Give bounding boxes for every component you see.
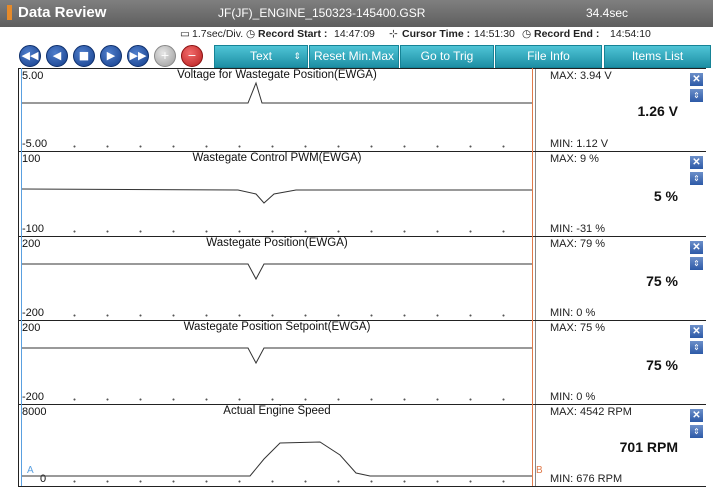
value-panel: MAX: 9 % 5 % MIN: -31 % ✕ ⇕	[550, 152, 706, 237]
reorder-icon[interactable]: ⇕	[690, 425, 703, 438]
current-value: 701 RPM	[619, 439, 678, 455]
time-grid	[58, 145, 533, 148]
record-start-value: 14:47:09	[334, 28, 375, 40]
cursor-time-value: 14:51:30	[474, 28, 515, 40]
end-clock-icon: ◷	[522, 28, 532, 40]
reorder-icon[interactable]: ⇕	[690, 341, 703, 354]
file-info-button[interactable]: File Info	[495, 45, 602, 68]
max-value: MAX: 75 %	[550, 322, 606, 334]
text-select[interactable]: Text ⇕	[214, 45, 308, 68]
min-value: MIN: 676 RPM	[550, 473, 623, 485]
toolbar: ◀◀ ◀ ■ ▶ ▶▶ + − Text ⇕ Reset Min.Max Go …	[0, 42, 713, 68]
time-grid	[58, 230, 533, 233]
stop-icon[interactable]: ■	[73, 45, 95, 67]
reorder-icon[interactable]: ⇕	[690, 257, 703, 270]
cursor-icon: ⊹	[389, 28, 398, 40]
signal-trace	[22, 263, 532, 281]
info-bar: ▭ 1.7sec/Div. ◷ Record Start : 14:47:09 …	[0, 27, 713, 41]
min-value: MIN: 0 %	[550, 307, 596, 319]
current-value: 75 %	[646, 273, 678, 289]
max-value: MAX: 4542 RPM	[550, 406, 632, 418]
previous-icon[interactable]: ◀	[46, 45, 68, 67]
close-icon[interactable]: ✕	[690, 241, 703, 254]
max-value: MAX: 9 %	[550, 153, 599, 165]
time-grid	[58, 314, 533, 317]
chart-panel-pwm: 100 -100 Wastegate Control PWM(EWGA) MAX…	[18, 151, 706, 237]
zoom-in-icon[interactable]: +	[154, 45, 176, 67]
current-value: 1.26 V	[637, 103, 678, 119]
items-list-button[interactable]: Items List	[604, 45, 711, 68]
chart-panel-engine-speed: 8000 0 Actual Engine Speed MAX: 4542 RPM…	[18, 404, 706, 487]
signal-trace	[22, 441, 532, 477]
reorder-icon[interactable]: ⇕	[690, 172, 703, 185]
cursor-time-label: Cursor Time :	[402, 28, 471, 40]
close-icon[interactable]: ✕	[690, 325, 703, 338]
chart-panel-wastegate-setpoint: 200 -200 Wastegate Position Setpoint(EWG…	[18, 320, 706, 405]
file-name: JF(JF)_ENGINE_150323-145400.GSR	[218, 6, 426, 20]
signal-trace	[22, 347, 532, 365]
cursor-a-marker: A	[27, 465, 34, 476]
min-value: MIN: 1.12 V	[550, 138, 609, 150]
reset-min-max-button[interactable]: Reset Min.Max	[309, 45, 399, 68]
cursor-b-line[interactable]	[532, 68, 533, 486]
go-to-trig-button[interactable]: Go to Trig	[400, 45, 494, 68]
duration: 34.4sec	[586, 6, 629, 20]
signal-trace	[22, 81, 532, 104]
record-start-label: Record Start :	[258, 28, 328, 40]
max-value: MAX: 3.94 V	[550, 70, 612, 82]
value-panel: MAX: 79 % 75 % MIN: 0 % ✕ ⇕	[550, 237, 706, 321]
record-end-value: 14:54:10	[610, 28, 651, 40]
time-grid	[58, 398, 533, 401]
close-icon[interactable]: ✕	[690, 156, 703, 169]
updown-icon: ⇕	[293, 51, 301, 61]
app-icon	[7, 5, 12, 20]
value-panel: MAX: 3.94 V 1.26 V MIN: 1.12 V ✕ ⇕	[550, 69, 706, 152]
rewind-icon[interactable]: ◀◀	[19, 45, 41, 67]
clock-icon: ◷	[246, 28, 256, 40]
chart-panel-wastegate-position: 200 -200 Wastegate Position(EWGA) MAX: 7…	[18, 236, 706, 321]
time-grid	[58, 480, 533, 483]
signal-trace	[21, 188, 532, 204]
min-value: MIN: 0 %	[550, 391, 596, 403]
fast-forward-icon[interactable]: ▶▶	[127, 45, 149, 67]
close-icon[interactable]: ✕	[690, 409, 703, 422]
scale-value: 1.7sec/Div.	[192, 28, 244, 40]
cursor-a-line[interactable]	[21, 68, 22, 486]
title-bar: Data Review JF(JF)_ENGINE_150323-145400.…	[0, 0, 713, 27]
play-icon[interactable]: ▶	[100, 45, 122, 67]
window-title: Data Review	[18, 4, 107, 21]
max-value: MAX: 79 %	[550, 238, 606, 250]
scale-icon: ▭	[180, 28, 190, 40]
close-icon[interactable]: ✕	[690, 73, 703, 86]
text-select-label: Text	[249, 49, 272, 63]
cursor-b-marker: B	[536, 465, 543, 476]
current-value: 75 %	[646, 357, 678, 373]
record-end-label: Record End :	[534, 28, 600, 40]
reorder-icon[interactable]: ⇕	[690, 89, 703, 102]
chart-panel-voltage: 5.00 -5.00 Voltage for Wastegate Positio…	[18, 68, 706, 152]
zoom-out-icon[interactable]: −	[181, 45, 203, 67]
current-value: 5 %	[653, 188, 678, 204]
value-panel: MAX: 75 % 75 % MIN: 0 % ✕ ⇕	[550, 321, 706, 405]
value-panel: MAX: 4542 RPM 701 RPM MIN: 676 RPM ✕ ⇕	[550, 405, 706, 487]
min-value: MIN: -31 %	[550, 223, 606, 235]
